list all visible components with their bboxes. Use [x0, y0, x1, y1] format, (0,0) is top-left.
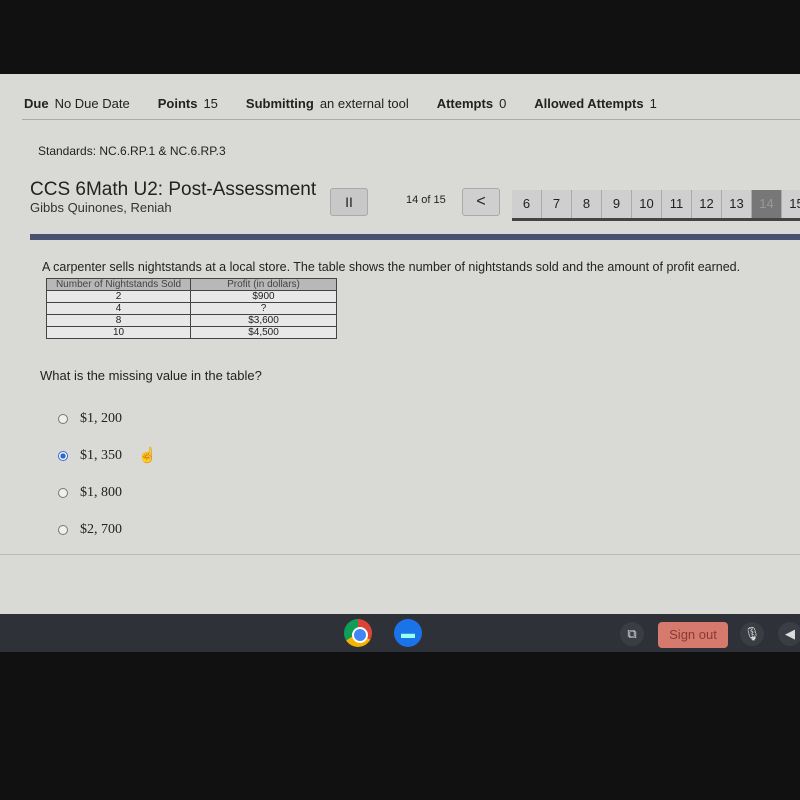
progress-bar [30, 234, 800, 240]
divider [0, 554, 800, 555]
table-row: 10 $4,500 [46, 326, 337, 339]
page-9[interactable]: 9 [602, 190, 632, 218]
page-8[interactable]: 8 [572, 190, 602, 218]
page-10[interactable]: 10 [632, 190, 662, 218]
meta-item: Allowed Attempts 1 [534, 96, 657, 111]
option-label: $1, 800 [80, 484, 122, 500]
table-row: 4? [46, 302, 337, 315]
answer-options: $1, 200 $1, 350 ☝ $1, 800 $2, 700 [58, 400, 157, 548]
question-pagination: 6789101112131415 [512, 190, 800, 221]
table-row: 2 $900 [46, 290, 337, 303]
answer-option[interactable]: $1, 350 ☝ [58, 437, 157, 474]
question-prompt: What is the missing value in the table? [40, 368, 262, 383]
table-row: 8 $3,600 [46, 314, 337, 327]
meta-item: Attempts 0 [437, 96, 507, 111]
table-header: Profit (in dollars) [190, 278, 337, 291]
page-11[interactable]: 11 [662, 190, 692, 218]
answer-option[interactable]: $1, 200 [58, 400, 157, 437]
screenshot-icon[interactable]: ⧉ [620, 622, 644, 646]
table-cell: 4 [46, 302, 191, 315]
radio-button[interactable] [58, 413, 68, 424]
standards: Standards: NC.6.RP.1 & NC.6.RP.3 [38, 144, 226, 158]
chrome-icon[interactable] [344, 619, 372, 647]
table-cell: $4,500 [190, 326, 337, 339]
meta-label: Points [157, 96, 198, 111]
option-label: $1, 200 [80, 410, 122, 426]
option-label: $2, 700 [80, 521, 122, 537]
meta-value: 0 [499, 96, 507, 111]
radio-button[interactable] [58, 524, 68, 535]
page-13[interactable]: 13 [722, 190, 752, 218]
table-cell: 10 [46, 326, 191, 339]
radio-button[interactable] [58, 487, 68, 498]
meta-value: 15 [203, 96, 218, 111]
question-text: A carpenter sells nightstands at a local… [42, 260, 741, 274]
meta-label: Attempts [436, 96, 494, 111]
quiz-title: CCS 6Math U2: Post-Assessment [30, 179, 317, 200]
table-cell: 2 [46, 290, 191, 303]
microphone-icon[interactable]: 🎙 [740, 622, 764, 646]
files-icon[interactable]: ▬ [394, 619, 422, 647]
meta-value: an external tool [319, 96, 409, 111]
page-15[interactable]: 15 [782, 190, 800, 218]
answer-option[interactable]: $1, 800 [58, 474, 157, 511]
meta-item: Points 15 [158, 96, 218, 111]
page-14[interactable]: 14 [752, 190, 782, 218]
table-cell: ? [190, 302, 337, 315]
screen: Due No Due Date Points 15 Submitting an exter… [0, 74, 800, 614]
option-label: $1, 350 [80, 447, 122, 463]
page-6[interactable]: 6 [512, 190, 542, 218]
sign-out-button[interactable]: Sign out [658, 622, 728, 648]
meta-item: Due No Due Date [24, 96, 130, 111]
meta-label: Allowed Attempts [534, 96, 644, 111]
meta-value: 1 [649, 96, 657, 111]
table-cell: $900 [190, 290, 337, 303]
taskbar: ▬ ⧉ Sign out 🎙 ◀ [0, 614, 800, 652]
page-7[interactable]: 7 [542, 190, 572, 218]
table-header: Number of Nightstands Sold [46, 278, 191, 291]
data-table: Number of Nightstands Sold Profit (in do… [46, 278, 337, 339]
meta-label: Due [24, 96, 49, 111]
pause-button[interactable]: II [330, 188, 368, 216]
volume-icon[interactable]: ◀ [778, 622, 800, 646]
table-cell: $3,600 [190, 314, 337, 327]
previous-button[interactable]: < [462, 188, 500, 216]
meta-label: Submitting [245, 96, 314, 111]
assignment-meta: Due No Due Date Points 15 Submitting an exter… [24, 96, 657, 111]
answer-option[interactable]: $2, 700 [58, 511, 157, 548]
hand-cursor-icon: ☝ [138, 448, 157, 464]
question-counter: 14 of 15 [406, 194, 446, 206]
divider [22, 119, 800, 120]
page-12[interactable]: 12 [692, 190, 722, 218]
meta-value: No Due Date [54, 96, 130, 111]
meta-item: Submitting an external tool [246, 96, 409, 111]
table-cell: 8 [46, 314, 191, 327]
student-name: Gibbs Quinones, Reniah [30, 200, 172, 215]
radio-button[interactable] [58, 450, 68, 461]
